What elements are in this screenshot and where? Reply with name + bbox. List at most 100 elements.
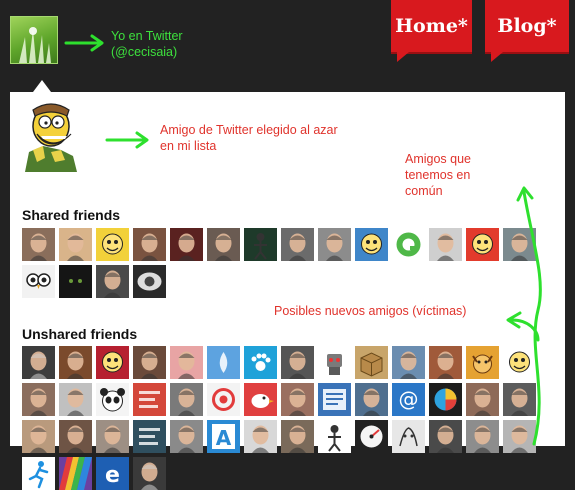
face-icon	[141, 462, 158, 490]
panda-icon	[100, 388, 125, 412]
shared-friend-avatar[interactable]	[207, 228, 240, 261]
unshared-friend-avatar[interactable]	[318, 383, 351, 416]
shared-friend-avatar[interactable]	[466, 228, 499, 261]
unshared-friend-avatar[interactable]: @	[392, 383, 425, 416]
shared-friend-avatar[interactable]	[96, 265, 129, 298]
unshared-friend-avatar[interactable]	[244, 383, 277, 416]
unshared-friend-avatar[interactable]	[281, 346, 314, 379]
shared-friend-avatar[interactable]	[59, 265, 92, 298]
header-bar: Yo en Twitter (@cecisaia) Home* Blog*	[0, 0, 575, 92]
random-friend-avatar[interactable]	[21, 100, 91, 172]
text-icon	[139, 428, 160, 445]
unshared-friend-avatar[interactable]: e	[96, 457, 129, 490]
shared-friend-avatar[interactable]	[244, 228, 277, 261]
logo-q-icon	[396, 232, 421, 257]
unshared-friend-avatar[interactable]	[318, 346, 351, 379]
unshared-friend-avatar[interactable]	[133, 457, 166, 490]
shared-friend-avatar[interactable]	[318, 228, 351, 261]
box-icon	[360, 352, 383, 377]
arrow-right-icon	[64, 34, 104, 52]
my-avatar[interactable]	[10, 16, 58, 64]
face-icon	[289, 233, 306, 261]
unshared-friend-avatar[interactable]	[355, 420, 388, 453]
shared-friend-avatar[interactable]	[355, 228, 388, 261]
unshared-friend-avatar[interactable]	[281, 383, 314, 416]
unshared-friend-avatar[interactable]	[133, 346, 166, 379]
arrow-right-icon	[105, 131, 149, 149]
unshared-friend-avatar[interactable]	[466, 383, 499, 416]
face-icon	[178, 351, 195, 379]
face-icon	[30, 425, 47, 453]
figure-icon	[254, 233, 267, 260]
unshared-friend-avatar[interactable]	[59, 457, 92, 490]
common-annotation-line1: Amigos que	[405, 152, 472, 166]
nav-home[interactable]: Home*	[391, 0, 472, 62]
shared-friend-avatar[interactable]	[96, 228, 129, 261]
shared-friend-avatar[interactable]	[392, 228, 425, 261]
unshared-friend-avatar[interactable]	[244, 420, 277, 453]
unshared-friend-avatar[interactable]	[392, 346, 425, 379]
shared-friend-avatar[interactable]	[22, 228, 55, 261]
unshared-friend-avatar[interactable]: A	[207, 420, 240, 453]
unshared-friend-avatar[interactable]	[59, 346, 92, 379]
nav-home-label: Home*	[395, 15, 468, 37]
unshared-friend-avatar[interactable]	[170, 346, 203, 379]
cartoon-icon	[472, 233, 493, 255]
unshared-friends-title: Unshared friends	[22, 326, 138, 342]
unshared-friend-avatar[interactable]	[22, 383, 55, 416]
unshared-friend-avatar[interactable]	[133, 420, 166, 453]
letter-e-icon: e	[105, 463, 120, 488]
me-annotation: Yo en Twitter (@cecisaia)	[111, 28, 183, 60]
unshared-friend-avatar[interactable]	[59, 383, 92, 416]
unshared-friend-avatar[interactable]	[355, 383, 388, 416]
shared-friend-avatar[interactable]	[170, 228, 203, 261]
letter-a-icon: A	[212, 424, 235, 450]
text-icon	[139, 391, 160, 408]
random-friend-annotation: Amigo de Twitter elegido al azar en mi l…	[160, 122, 338, 154]
unshared-friend-avatar[interactable]	[392, 420, 425, 453]
unshared-friend-avatar[interactable]	[96, 420, 129, 453]
unshared-friend-avatar[interactable]	[22, 346, 55, 379]
nav-blog-label: Blog*	[497, 15, 557, 37]
unshared-friend-avatar[interactable]	[59, 420, 92, 453]
unshared-friend-avatar[interactable]	[429, 346, 462, 379]
unshared-friend-avatar[interactable]	[170, 383, 203, 416]
cartoon-icon	[102, 233, 123, 255]
face-icon	[474, 425, 491, 453]
face-icon	[67, 388, 84, 416]
unshared-friend-avatar[interactable]	[429, 383, 462, 416]
shared-friend-avatar[interactable]	[281, 228, 314, 261]
unshared-friend-avatar[interactable]	[281, 420, 314, 453]
me-annotation-line2: (@cecisaia)	[111, 45, 178, 59]
face-icon	[326, 233, 343, 261]
face-icon	[437, 233, 454, 261]
unshared-friend-avatar[interactable]	[96, 346, 129, 379]
unshared-friend-avatar[interactable]	[170, 420, 203, 453]
shared-friend-avatar[interactable]	[22, 265, 55, 298]
unshared-friend-avatar[interactable]	[133, 383, 166, 416]
bird-icon	[251, 394, 274, 408]
unshared-friends-grid: @ Ae	[22, 346, 536, 490]
gauge-icon	[360, 425, 383, 448]
unshared-friend-avatar[interactable]	[207, 346, 240, 379]
unshared-friend-avatar[interactable]	[22, 420, 55, 453]
unshared-friend-avatar[interactable]	[96, 383, 129, 416]
face-icon	[30, 388, 47, 416]
shared-friend-avatar[interactable]	[133, 265, 166, 298]
unshared-friend-avatar[interactable]	[466, 420, 499, 453]
unshared-friend-avatar[interactable]	[466, 346, 499, 379]
rainbow-icon	[59, 457, 92, 490]
shared-friend-avatar[interactable]	[429, 228, 462, 261]
unshared-friend-avatar[interactable]	[355, 346, 388, 379]
face-icon	[141, 351, 158, 379]
speech-caret	[33, 80, 51, 92]
unshared-friend-avatar[interactable]	[244, 346, 277, 379]
unshared-friend-avatar[interactable]	[22, 457, 55, 490]
nav-blog[interactable]: Blog*	[485, 0, 569, 62]
unshared-friend-avatar[interactable]	[318, 420, 351, 453]
shared-friend-avatar[interactable]	[59, 228, 92, 261]
face-icon	[474, 388, 491, 416]
unshared-friend-avatar[interactable]	[207, 383, 240, 416]
unshared-friend-avatar[interactable]	[429, 420, 462, 453]
shared-friend-avatar[interactable]	[133, 228, 166, 261]
